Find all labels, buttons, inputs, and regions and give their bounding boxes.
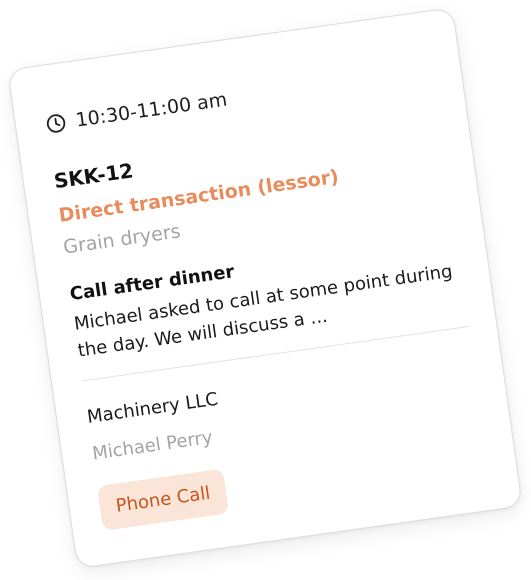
time-range: 10:30-11:00 am xyxy=(74,88,229,132)
clock-icon xyxy=(46,114,66,133)
task-card[interactable]: 10:30-11:00 am SKK-12 Direct transaction… xyxy=(7,7,523,569)
activity-type-badge[interactable]: Phone Call xyxy=(96,468,230,531)
